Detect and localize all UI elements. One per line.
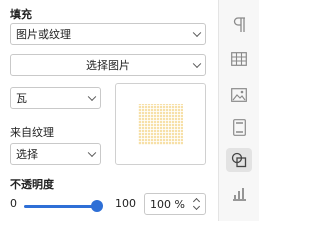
table-icon[interactable] (230, 50, 248, 68)
opacity-spinner[interactable]: 100 % (144, 193, 206, 215)
opacity-section-title: 不透明度 (10, 178, 54, 191)
opacity-slider[interactable] (24, 198, 103, 214)
opacity-max-label: 100 (115, 197, 136, 210)
fill-section-title: 填充 (10, 8, 32, 21)
tile-mode-select[interactable]: 瓦 (10, 87, 101, 109)
texture-swatch (138, 103, 183, 145)
header-footer-icon[interactable] (230, 118, 248, 136)
image-icon[interactable] (230, 86, 248, 104)
texture-select-value: 选择 (16, 148, 38, 161)
choose-image-button[interactable]: 选择图片 (10, 54, 206, 76)
chevron-down-icon (87, 92, 97, 102)
settings-sidebar (218, 0, 259, 221)
texture-label: 来自纹理 (10, 126, 54, 139)
opacity-min-label: 0 (10, 197, 17, 210)
fill-type-select[interactable]: 图片或纹理 (10, 23, 206, 45)
choose-image-label: 选择图片 (86, 59, 130, 72)
paragraph-icon[interactable] (230, 16, 248, 34)
opacity-slider-track (24, 205, 99, 208)
fill-settings-panel: 填充 图片或纹理 选择图片 瓦 来自纹理 选择 不透明度 0 100 100 % (0, 0, 218, 221)
fill-type-value: 图片或纹理 (16, 28, 71, 41)
shape-icon[interactable] (226, 148, 252, 172)
chart-icon[interactable] (230, 185, 248, 203)
spinner-arrows[interactable] (192, 195, 202, 213)
chevron-down-icon (192, 59, 202, 69)
opacity-slider-thumb[interactable] (91, 200, 103, 212)
opacity-value: 100 % (150, 197, 185, 211)
texture-select[interactable]: 选择 (10, 143, 101, 165)
texture-preview (115, 83, 206, 165)
tile-mode-value: 瓦 (16, 92, 27, 105)
chevron-down-icon (87, 148, 97, 158)
chevron-down-icon (192, 28, 202, 38)
chevron-down-icon[interactable] (192, 202, 201, 211)
